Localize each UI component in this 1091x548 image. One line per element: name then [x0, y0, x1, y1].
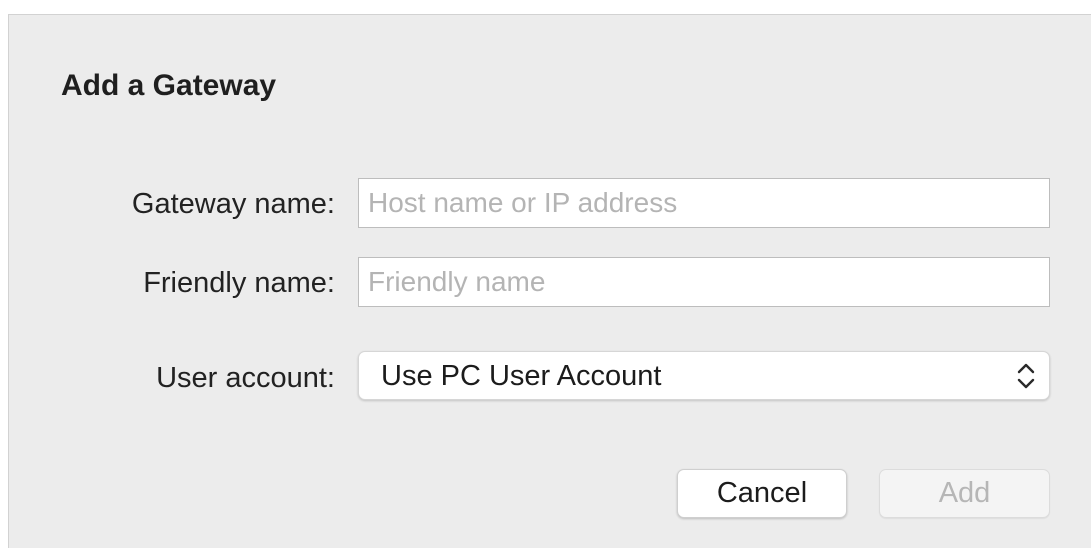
dialog-title: Add a Gateway — [61, 69, 277, 102]
add-button[interactable]: Add — [879, 469, 1050, 518]
user-account-select[interactable]: Use PC User Account — [358, 351, 1050, 400]
chevron-up-down-icon — [1015, 360, 1037, 392]
add-gateway-dialog: Add a Gateway Gateway name: Friendly nam… — [8, 14, 1091, 548]
cancel-button[interactable]: Cancel — [677, 469, 847, 518]
gateway-name-input[interactable] — [358, 178, 1050, 228]
friendly-name-input[interactable] — [358, 257, 1050, 307]
user-account-selected-value: Use PC User Account — [381, 360, 662, 392]
friendly-name-label: Friendly name: — [143, 267, 335, 299]
user-account-label: User account: — [156, 362, 335, 394]
gateway-name-label: Gateway name: — [131, 188, 335, 220]
